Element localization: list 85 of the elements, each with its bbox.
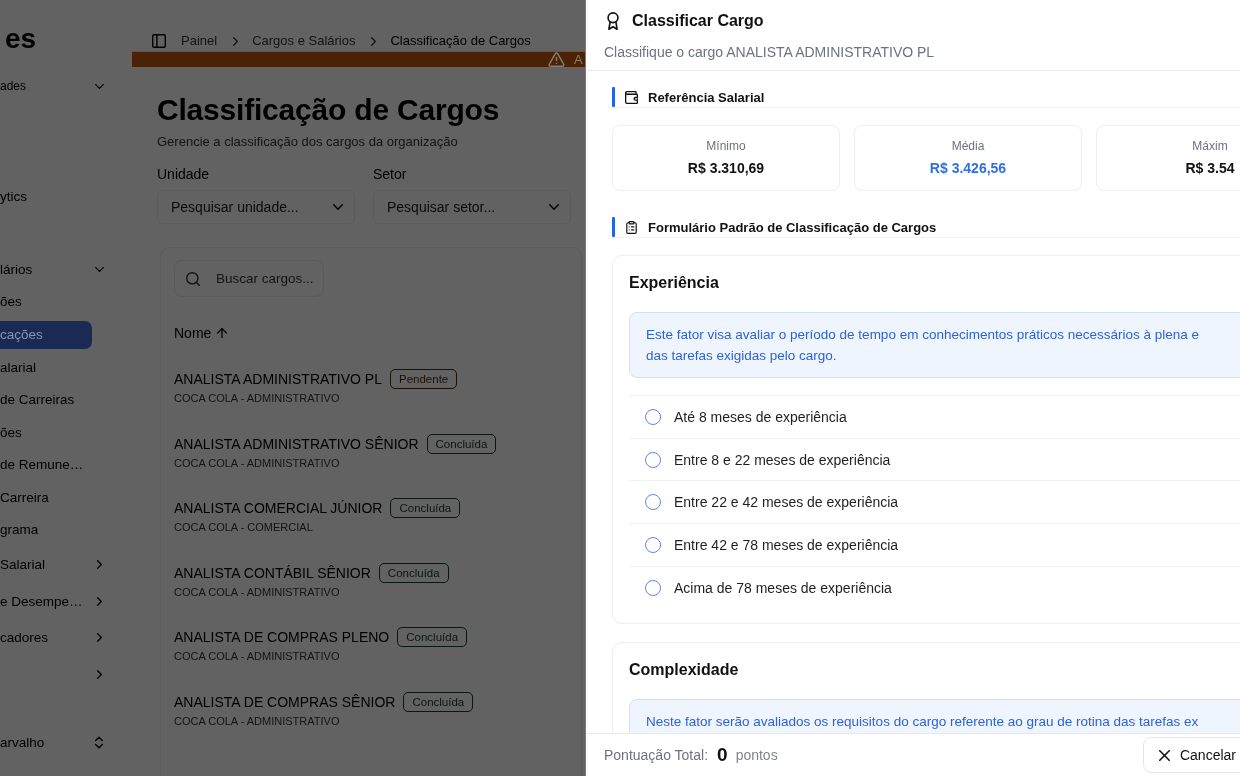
filter-select[interactable]: Pesquisar setor... xyxy=(373,190,571,224)
nav-subitem[interactable]: Carreira xyxy=(0,483,92,512)
factor-title: Complexidade xyxy=(629,660,739,681)
accent-bar xyxy=(612,87,615,107)
salary-value: R$ 3.54 xyxy=(1185,159,1235,178)
clipboard-list-icon xyxy=(625,220,638,234)
logo-text: es xyxy=(4,22,37,56)
salary-label: Mínimo xyxy=(706,138,746,154)
filter-label: Setor xyxy=(373,165,407,183)
page-subtitle: Gerencie a classificação dos cargos da organização xyxy=(157,133,458,151)
breadcrumb-current: Classificação de Cargos xyxy=(390,32,531,50)
chevron-right-icon[interactable] xyxy=(97,670,102,679)
status-badge: Concluída xyxy=(426,433,497,454)
page-title: Classificação de Cargos xyxy=(157,92,500,128)
nav-subitem[interactable]: de Remune… xyxy=(0,451,92,480)
job-detail: COCA COLA - ADMINISTRATIVO xyxy=(174,455,340,471)
banner-text: A xyxy=(574,52,583,67)
total-value: 0 xyxy=(717,744,728,766)
total-unit: pontos xyxy=(735,747,778,763)
salary-label: Máxim xyxy=(1192,138,1228,154)
accent-bar xyxy=(612,217,615,237)
job-title: ANALISTA ADMINISTRATIVO SÊNIOR xyxy=(174,434,419,453)
close-icon xyxy=(1158,749,1170,761)
section-title: Referência Salarial xyxy=(648,89,765,105)
search-icon xyxy=(186,271,200,286)
job-title: ANALISTA ADMINISTRATIVO PL xyxy=(174,370,382,388)
chevron-down-icon xyxy=(95,83,104,89)
nav-subitem[interactable]: ões xyxy=(0,288,92,317)
cancel-button[interactable]: Cancelar xyxy=(1142,737,1240,773)
factor-title: Experiência xyxy=(629,273,719,293)
info-text: Este fator visa avaliar o período de tempo em conhecimentos práticos necessários à plena e das tarefas exigidas pelo cargo. xyxy=(646,326,1200,365)
section-title: Formulário Padrão de Classificação de Cargos xyxy=(648,219,937,235)
nav-subitem[interactable]: alarial xyxy=(0,353,92,382)
chevron-down-icon xyxy=(549,204,559,210)
status-badge: Pendente xyxy=(390,369,458,389)
option-label[interactable]: Entre 42 e 78 meses de experiência xyxy=(674,536,899,553)
column-header[interactable]: Nome xyxy=(174,324,228,342)
option-label[interactable]: Até 8 meses de experiência xyxy=(674,408,847,425)
job-detail: COCA COLA - COMERCIAL xyxy=(174,520,313,536)
search-field[interactable]: Buscar cargos... xyxy=(174,260,324,297)
unit-selector[interactable]: ades xyxy=(0,78,104,94)
job-title: ANALISTA COMERCIAL JÚNIOR xyxy=(174,499,383,518)
breadcrumb-link[interactable]: Painel xyxy=(181,31,218,51)
wallet-icon xyxy=(625,90,638,104)
award-icon xyxy=(607,12,619,30)
user-menu[interactable]: arvalho xyxy=(0,724,104,760)
chevron-right-icon xyxy=(371,37,377,46)
job-title: ANALISTA DE COMPRAS SÊNIOR xyxy=(174,692,396,711)
nav-item[interactable]: cadores xyxy=(0,619,104,657)
total-label: Pontuação Total: xyxy=(604,747,709,763)
drawer-title: Classificar Cargo xyxy=(632,11,764,31)
chevron-right-icon xyxy=(233,37,239,46)
chevron-down-icon xyxy=(333,204,343,210)
salary-label: Média xyxy=(951,138,985,154)
nav-subitem[interactable]: de Carreiras xyxy=(0,386,92,415)
option-label[interactable]: Entre 8 e 22 meses de experiência xyxy=(674,451,891,468)
drawer-subtitle: Classifique o cargo ANALISTA ADMINISTRATIVO PL xyxy=(604,43,935,61)
filter-label: Unidade xyxy=(157,165,210,183)
filter-select[interactable]: Pesquisar unidade... xyxy=(157,190,355,224)
nav-subitem[interactable]: cações xyxy=(0,321,92,349)
option-label[interactable]: Entre 22 e 42 meses de experiência xyxy=(674,494,899,511)
nav-subitem[interactable]: grama xyxy=(0,516,92,545)
salary-value: R$ 3.426,56 xyxy=(929,159,1007,178)
job-title: ANALISTA DE COMPRAS PLENO xyxy=(174,628,390,647)
status-badge: Concluída xyxy=(378,562,449,583)
status-badge: Concluída xyxy=(403,691,474,712)
job-detail: COCA COLA - ADMINISTRATIVO xyxy=(174,713,340,729)
job-title: ANALISTA CONTÁBIL SÊNIOR xyxy=(174,563,371,582)
status-badge: Concluída xyxy=(390,498,461,519)
option-label[interactable]: Acima de 78 meses de experiência xyxy=(674,579,892,596)
job-detail: COCA COLA - ADMINISTRATIVO xyxy=(174,391,340,406)
warning-icon xyxy=(548,52,565,67)
status-badge: Concluída xyxy=(397,627,468,648)
nav-item[interactable]: Salarial xyxy=(0,546,104,584)
breadcrumb-link[interactable]: Cargos e Salários xyxy=(252,31,356,51)
sidebar-toggle-icon[interactable] xyxy=(152,34,166,48)
chevrons-up-down-icon xyxy=(95,735,103,749)
nav-subitem[interactable]: ões xyxy=(0,418,92,447)
job-detail: COCA COLA - ADMINISTRATIVO xyxy=(174,584,340,600)
nav-item[interactable]: lários xyxy=(0,251,104,288)
nav-item[interactable]: ytics xyxy=(0,178,104,215)
info-text: Neste fator serão avaliados os requisitos do cargo referente ao grau de rotina das tarefas ex xyxy=(646,713,1199,732)
job-detail: COCA COLA - ADMINISTRATIVO xyxy=(174,649,340,665)
salary-value: R$ 3.310,69 xyxy=(687,159,765,178)
nav-item[interactable]: e Desempe… xyxy=(0,583,104,620)
